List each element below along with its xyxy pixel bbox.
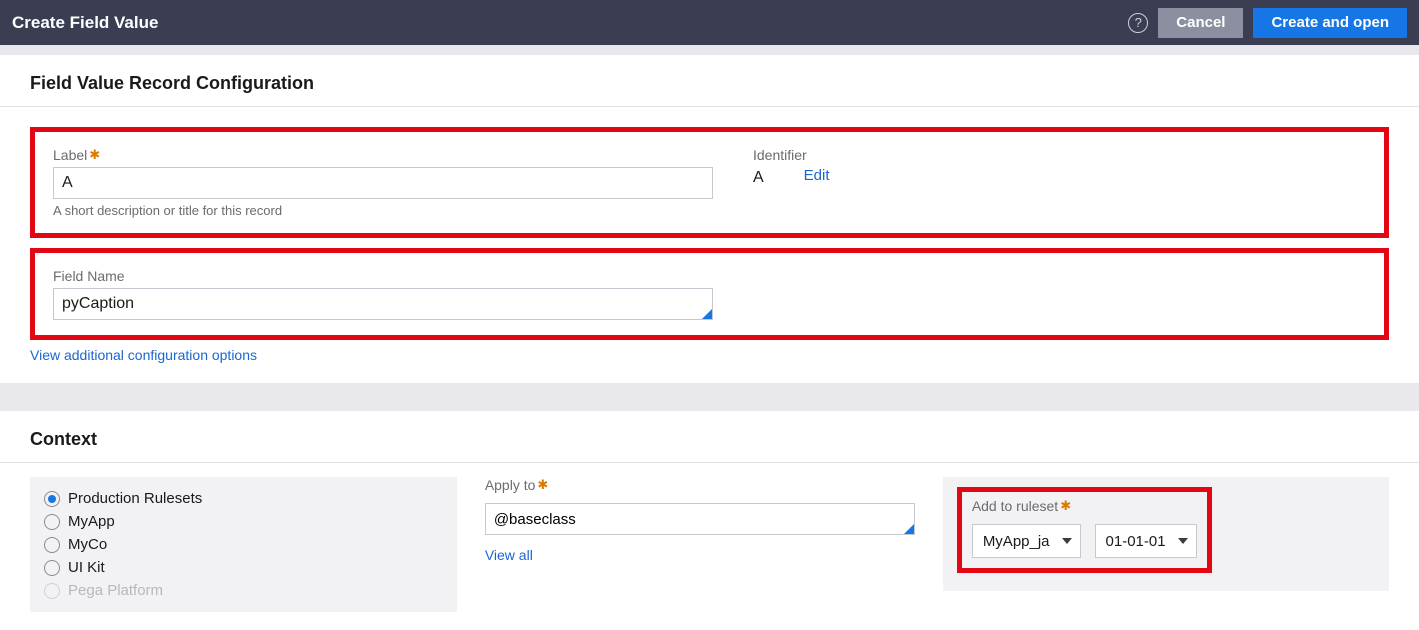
chevron-down-icon [1178,538,1188,544]
context-panel: Context Production Rulesets MyApp MyCo U… [0,411,1419,630]
identifier-edit-link[interactable]: Edit [804,167,830,184]
view-additional-options-link[interactable]: View additional configuration options [30,347,257,363]
page-title: Create Field Value [12,13,158,33]
required-star-icon: ✱ [89,147,100,163]
config-panel: Field Value Record Configuration Label✱ … [0,55,1419,383]
header-actions: ? Cancel Create and open [1128,8,1407,38]
chevron-down-icon [1062,538,1072,544]
label-input[interactable] [53,167,713,199]
apply-to-input[interactable] [485,503,915,535]
ruleset-name-dropdown[interactable]: MyApp_ja [972,524,1081,558]
add-to-ruleset-label: Add to ruleset ✱ [972,498,1071,514]
apply-to-label: Apply to ✱ [485,477,915,493]
ruleset-version-dropdown[interactable]: 01-01-01 [1095,524,1197,558]
ruleset-scope-label: Pega Platform [68,582,163,599]
label-helper-text: A short description or title for this re… [53,203,713,218]
cancel-button[interactable]: Cancel [1158,8,1243,38]
radio-icon [44,537,60,553]
required-star-icon: ✱ [1060,498,1071,514]
highlight-field-name: Field Name [30,248,1389,340]
highlight-add-to-ruleset: Add to ruleset ✱ MyApp_ja 01-01-01 [957,487,1212,573]
create-and-open-button[interactable]: Create and open [1253,8,1407,38]
ruleset-scope-label: UI Kit [68,559,105,576]
radio-icon [44,491,60,507]
config-form-area: Label✱ A short description or title for … [0,107,1419,383]
ruleset-scope-item[interactable]: MyCo [44,533,443,556]
highlight-label-identifier: Label✱ A short description or title for … [30,127,1389,238]
radio-icon [44,583,60,599]
field-name-input[interactable] [53,288,713,320]
ruleset-scope-item[interactable]: UI Kit [44,556,443,579]
identifier-value: A [753,167,764,187]
ruleset-scope-label: Production Rulesets [68,490,202,507]
autocomplete-icon[interactable] [904,524,914,534]
ruleset-scope-item[interactable]: Production Rulesets [44,487,443,510]
ruleset-scope-label: MyApp [68,513,115,530]
ruleset-scope-list: Production Rulesets MyApp MyCo UI Kit Pe… [30,477,457,612]
apply-to-view-all-link[interactable]: View all [485,541,915,563]
page-header: Create Field Value ? Cancel Create and o… [0,0,1419,45]
autocomplete-icon[interactable] [702,309,712,319]
apply-to-block: Apply to ✱ View all [485,477,915,563]
field-name-label: Field Name [53,268,125,284]
label-field-label: Label✱ [53,147,100,163]
context-section-heading: Context [0,411,1419,463]
config-section-heading: Field Value Record Configuration [0,55,1419,107]
add-to-ruleset-block: Add to ruleset ✱ MyApp_ja 01-01-01 [943,477,1389,591]
ruleset-scope-label: MyCo [68,536,107,553]
ruleset-scope-item[interactable]: MyApp [44,510,443,533]
identifier-field-label: Identifier [753,147,807,163]
required-star-icon: ✱ [537,477,548,493]
ruleset-scope-item: Pega Platform [44,579,443,602]
help-icon[interactable]: ? [1128,13,1148,33]
radio-icon [44,514,60,530]
radio-icon [44,560,60,576]
